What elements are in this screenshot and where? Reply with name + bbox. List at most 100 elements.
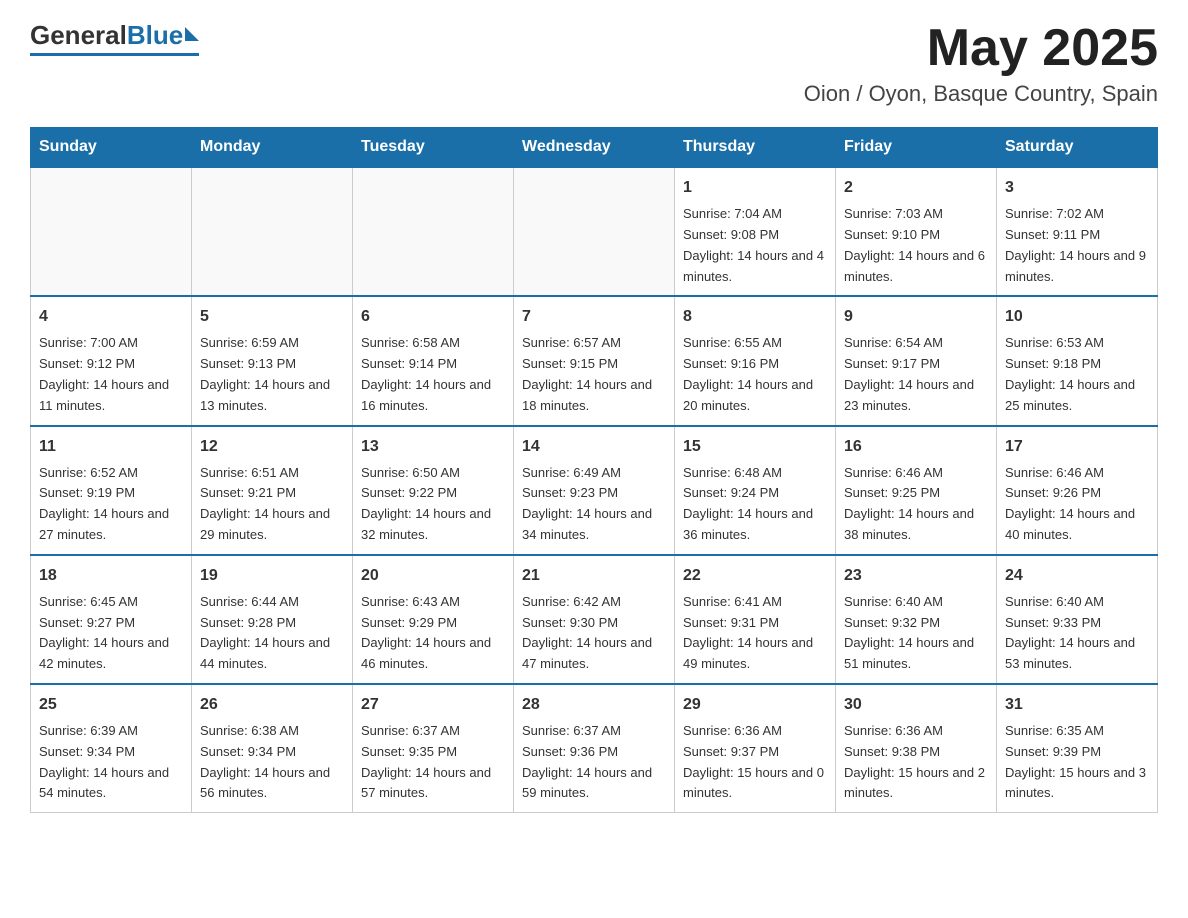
day-number: 4 — [39, 305, 183, 329]
weekday-header-sunday: Sunday — [31, 128, 192, 168]
day-number: 6 — [361, 305, 505, 329]
calendar-day: 18 Sunrise: 6:45 AMSunset: 9:27 PMDayligh… — [31, 555, 192, 684]
week-row-5: 25 Sunrise: 6:39 AMSunset: 9:34 PMDayligh… — [31, 684, 1158, 813]
day-number: 9 — [844, 305, 988, 329]
day-number: 23 — [844, 564, 988, 588]
month-title: May 2025 — [804, 20, 1158, 77]
calendar-day — [353, 167, 514, 296]
day-info: Sunrise: 7:02 AMSunset: 9:11 PMDaylight:… — [1005, 204, 1149, 287]
day-number: 20 — [361, 564, 505, 588]
weekday-header-friday: Friday — [836, 128, 997, 168]
day-number: 29 — [683, 693, 827, 717]
calendar-day: 27 Sunrise: 6:37 AMSunset: 9:35 PMDayligh… — [353, 684, 514, 813]
weekday-header-thursday: Thursday — [675, 128, 836, 168]
day-number: 17 — [1005, 435, 1149, 459]
day-info: Sunrise: 7:04 AMSunset: 9:08 PMDaylight:… — [683, 204, 827, 287]
calendar-day: 7 Sunrise: 6:57 AMSunset: 9:15 PMDaylight… — [514, 296, 675, 425]
day-number: 2 — [844, 176, 988, 200]
day-info: Sunrise: 6:37 AMSunset: 9:35 PMDaylight:… — [361, 721, 505, 804]
calendar-day: 21 Sunrise: 6:42 AMSunset: 9:30 PMDayligh… — [514, 555, 675, 684]
week-row-1: 1 Sunrise: 7:04 AMSunset: 9:08 PMDaylight… — [31, 167, 1158, 296]
day-number: 5 — [200, 305, 344, 329]
calendar-table: SundayMondayTuesdayWednesdayThursdayFrid… — [30, 127, 1158, 813]
calendar-day: 26 Sunrise: 6:38 AMSunset: 9:34 PMDayligh… — [192, 684, 353, 813]
day-info: Sunrise: 7:03 AMSunset: 9:10 PMDaylight:… — [844, 204, 988, 287]
logo-underline — [30, 53, 199, 56]
calendar-day: 1 Sunrise: 7:04 AMSunset: 9:08 PMDaylight… — [675, 167, 836, 296]
calendar-day: 3 Sunrise: 7:02 AMSunset: 9:11 PMDaylight… — [997, 167, 1158, 296]
day-info: Sunrise: 6:55 AMSunset: 9:16 PMDaylight:… — [683, 333, 827, 416]
calendar-day: 17 Sunrise: 6:46 AMSunset: 9:26 PMDayligh… — [997, 426, 1158, 555]
logo: General Blue — [30, 20, 199, 56]
calendar-day: 12 Sunrise: 6:51 AMSunset: 9:21 PMDayligh… — [192, 426, 353, 555]
day-number: 14 — [522, 435, 666, 459]
logo-triangle-icon — [185, 27, 199, 41]
calendar-day: 24Sunrise: 6:40 AMSunset: 9:33 PMDayligh… — [997, 555, 1158, 684]
week-row-3: 11 Sunrise: 6:52 AMSunset: 9:19 PMDayligh… — [31, 426, 1158, 555]
week-row-4: 18 Sunrise: 6:45 AMSunset: 9:27 PMDayligh… — [31, 555, 1158, 684]
calendar-day: 22Sunrise: 6:41 AMSunset: 9:31 PMDayligh… — [675, 555, 836, 684]
calendar-day: 16Sunrise: 6:46 AMSunset: 9:25 PMDayligh… — [836, 426, 997, 555]
day-info: Sunrise: 6:57 AMSunset: 9:15 PMDaylight:… — [522, 333, 666, 416]
calendar-day: 30 Sunrise: 6:36 AMSunset: 9:38 PMDayligh… — [836, 684, 997, 813]
calendar-day: 5 Sunrise: 6:59 AMSunset: 9:13 PMDaylight… — [192, 296, 353, 425]
page-header: General Blue May 2025 Oion / Oyon, Basqu… — [30, 20, 1158, 107]
day-info: Sunrise: 6:54 AMSunset: 9:17 PMDaylight:… — [844, 333, 988, 416]
day-number: 3 — [1005, 176, 1149, 200]
calendar-day: 8 Sunrise: 6:55 AMSunset: 9:16 PMDaylight… — [675, 296, 836, 425]
day-info: Sunrise: 7:00 AMSunset: 9:12 PMDaylight:… — [39, 333, 183, 416]
day-number: 15 — [683, 435, 827, 459]
day-number: 13 — [361, 435, 505, 459]
day-number: 21 — [522, 564, 666, 588]
calendar-day — [31, 167, 192, 296]
day-info: Sunrise: 6:44 AMSunset: 9:28 PMDaylight:… — [200, 592, 344, 675]
day-number: 1 — [683, 176, 827, 200]
calendar-day: 13Sunrise: 6:50 AMSunset: 9:22 PMDayligh… — [353, 426, 514, 555]
day-info: Sunrise: 6:43 AMSunset: 9:29 PMDaylight:… — [361, 592, 505, 675]
day-number: 7 — [522, 305, 666, 329]
calendar-day: 4 Sunrise: 7:00 AMSunset: 9:12 PMDaylight… — [31, 296, 192, 425]
weekday-header-tuesday: Tuesday — [353, 128, 514, 168]
title-section: May 2025 Oion / Oyon, Basque Country, Sp… — [804, 20, 1158, 107]
day-number: 12 — [200, 435, 344, 459]
calendar-day: 19 Sunrise: 6:44 AMSunset: 9:28 PMDayligh… — [192, 555, 353, 684]
day-number: 8 — [683, 305, 827, 329]
logo-general-text: General — [30, 20, 127, 51]
day-number: 22 — [683, 564, 827, 588]
day-info: Sunrise: 6:46 AMSunset: 9:26 PMDaylight:… — [1005, 463, 1149, 546]
week-row-2: 4 Sunrise: 7:00 AMSunset: 9:12 PMDaylight… — [31, 296, 1158, 425]
day-number: 19 — [200, 564, 344, 588]
day-number: 30 — [844, 693, 988, 717]
calendar-day: 31Sunrise: 6:35 AMSunset: 9:39 PMDayligh… — [997, 684, 1158, 813]
day-info: Sunrise: 6:52 AMSunset: 9:19 PMDaylight:… — [39, 463, 183, 546]
calendar-day: 11 Sunrise: 6:52 AMSunset: 9:19 PMDayligh… — [31, 426, 192, 555]
day-number: 18 — [39, 564, 183, 588]
calendar-day: 2 Sunrise: 7:03 AMSunset: 9:10 PMDaylight… — [836, 167, 997, 296]
day-info: Sunrise: 6:42 AMSunset: 9:30 PMDaylight:… — [522, 592, 666, 675]
day-info: Sunrise: 6:51 AMSunset: 9:21 PMDaylight:… — [200, 463, 344, 546]
calendar-day: 15Sunrise: 6:48 AMSunset: 9:24 PMDayligh… — [675, 426, 836, 555]
day-info: Sunrise: 6:40 AMSunset: 9:33 PMDaylight:… — [1005, 592, 1149, 675]
day-info: Sunrise: 6:45 AMSunset: 9:27 PMDaylight:… — [39, 592, 183, 675]
calendar-day — [192, 167, 353, 296]
day-number: 25 — [39, 693, 183, 717]
day-number: 26 — [200, 693, 344, 717]
weekday-header-saturday: Saturday — [997, 128, 1158, 168]
calendar-day: 29 Sunrise: 6:36 AMSunset: 9:37 PMDayligh… — [675, 684, 836, 813]
day-info: Sunrise: 6:49 AMSunset: 9:23 PMDaylight:… — [522, 463, 666, 546]
day-info: Sunrise: 6:58 AMSunset: 9:14 PMDaylight:… — [361, 333, 505, 416]
calendar-day: 25 Sunrise: 6:39 AMSunset: 9:34 PMDayligh… — [31, 684, 192, 813]
day-info: Sunrise: 6:37 AMSunset: 9:36 PMDaylight:… — [522, 721, 666, 804]
day-info: Sunrise: 6:38 AMSunset: 9:34 PMDaylight:… — [200, 721, 344, 804]
day-number: 31 — [1005, 693, 1149, 717]
calendar-day: 14 Sunrise: 6:49 AMSunset: 9:23 PMDayligh… — [514, 426, 675, 555]
day-number: 11 — [39, 435, 183, 459]
day-number: 27 — [361, 693, 505, 717]
day-info: Sunrise: 6:36 AMSunset: 9:37 PMDaylight:… — [683, 721, 827, 804]
day-info: Sunrise: 6:36 AMSunset: 9:38 PMDaylight:… — [844, 721, 988, 804]
calendar-header-row: SundayMondayTuesdayWednesdayThursdayFrid… — [31, 128, 1158, 168]
day-info: Sunrise: 6:39 AMSunset: 9:34 PMDaylight:… — [39, 721, 183, 804]
day-info: Sunrise: 6:59 AMSunset: 9:13 PMDaylight:… — [200, 333, 344, 416]
calendar-day: 10Sunrise: 6:53 AMSunset: 9:18 PMDayligh… — [997, 296, 1158, 425]
logo-blue-part: Blue — [127, 20, 199, 51]
